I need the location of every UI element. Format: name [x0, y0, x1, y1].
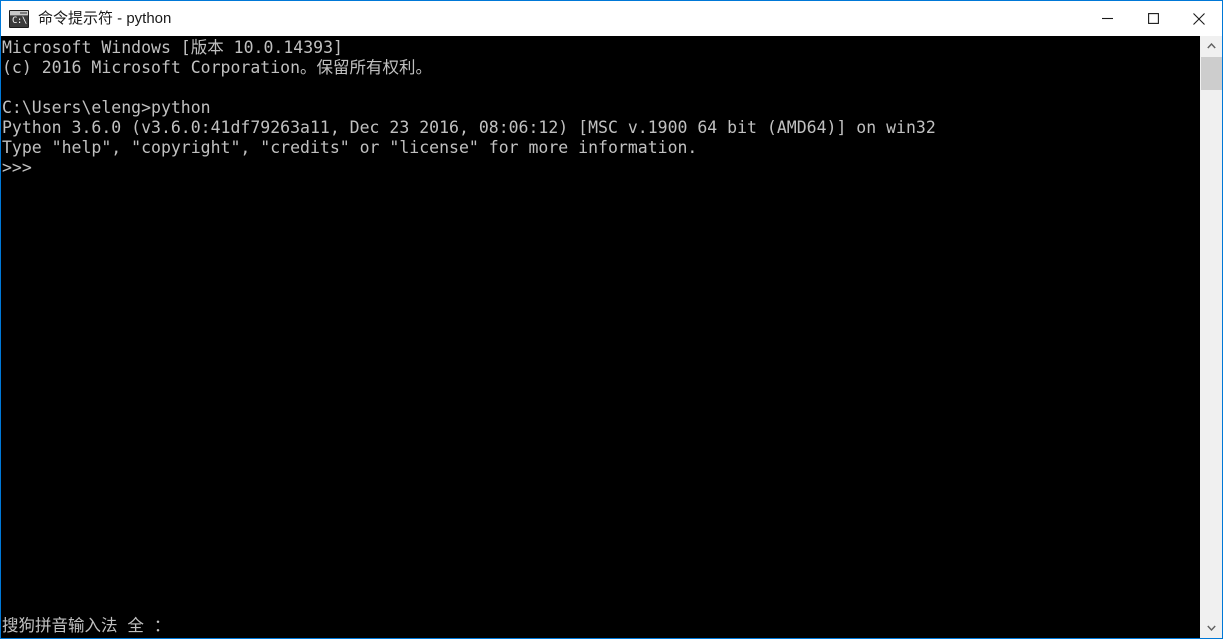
- minimize-button[interactable]: [1084, 1, 1130, 36]
- command-prompt-window: C:\. 命令提示符 - python: [0, 0, 1223, 639]
- console-area[interactable]: Microsoft Windows [版本 10.0.14393] (c) 20…: [1, 36, 1222, 638]
- titlebar[interactable]: C:\. 命令提示符 - python: [1, 1, 1222, 36]
- cmd-icon-prompt-glyph: C:\.: [12, 15, 28, 26]
- window-title: 命令提示符 - python: [38, 9, 172, 27]
- titlebar-left: C:\. 命令提示符 - python: [1, 1, 1084, 36]
- close-button[interactable]: [1176, 1, 1222, 36]
- close-icon: [1193, 12, 1205, 25]
- scroll-up-arrow-icon: [1207, 43, 1216, 49]
- maximize-button[interactable]: [1130, 1, 1176, 36]
- console-output: Microsoft Windows [版本 10.0.14393] (c) 20…: [2, 38, 936, 177]
- vertical-scrollbar[interactable]: [1200, 36, 1222, 638]
- ime-status-bar: 搜狗拼音输入法 全 ：: [2, 616, 171, 635]
- scroll-down-arrow-icon: [1207, 625, 1216, 631]
- window-controls: [1084, 1, 1222, 36]
- cmd-icon[interactable]: C:\.: [9, 9, 29, 28]
- maximize-icon: [1147, 13, 1159, 24]
- scroll-down-button[interactable]: [1201, 618, 1222, 638]
- scroll-up-button[interactable]: [1201, 36, 1222, 56]
- scroll-thumb[interactable]: [1201, 57, 1222, 90]
- minimize-icon: [1101, 17, 1113, 20]
